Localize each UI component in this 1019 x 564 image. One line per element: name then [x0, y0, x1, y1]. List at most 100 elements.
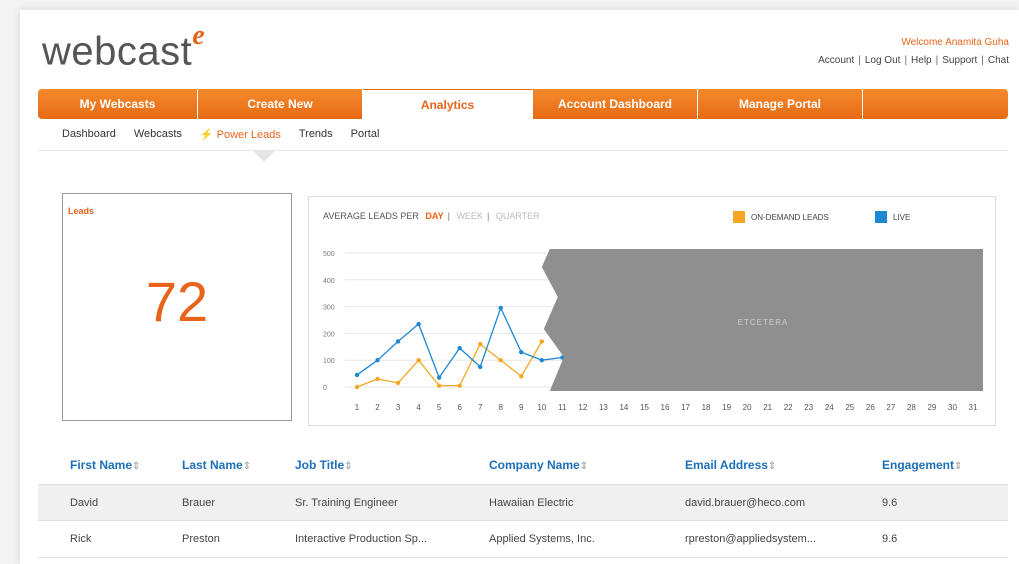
x-tick-label: 8 [499, 403, 504, 412]
live-point [478, 364, 483, 370]
on-demand-point [539, 339, 544, 344]
main-nav: My Webcasts Create New Analytics Account… [38, 89, 1008, 119]
x-tick-label: 24 [825, 403, 834, 412]
live-point [457, 345, 462, 351]
leads-chart: 50040030020010001 2 3 4 5 6 7 8 9 10 11 12 13 14 15 16 1… [323, 249, 983, 412]
x-tick-label: 17 [681, 403, 690, 412]
sort-icon: ⇕ [344, 461, 353, 472]
live-series-line [356, 306, 563, 379]
leads-chart-panel: 500 400 300 200 100 0 1 2 3 4 5 6 7 8 9 10 11 12 13 14 15 16 1… [308, 196, 996, 426]
cell-company-name: Hawaiian Electric [489, 497, 574, 509]
cell-company-name: Applied Systems, Inc. [489, 533, 595, 545]
live-point [539, 358, 544, 363]
x-tick-label: 10 [537, 403, 546, 412]
tab-my-webcasts[interactable]: My Webcasts [38, 89, 198, 119]
cell-email: rpreston@appliedsystem... [685, 533, 817, 545]
x-tick-label: 11 [558, 403, 567, 412]
tab-analytics[interactable]: Analytics [363, 89, 533, 119]
live-point [375, 358, 380, 363]
legend-swatch-on-demand [733, 211, 745, 223]
sort-icon: ⇕ [242, 461, 252, 472]
cell-engagement: 9.6 [882, 533, 898, 545]
on-demand-point [416, 358, 421, 363]
placeholder-label: ETCETERA [738, 318, 789, 327]
cell-first-name: Rick [70, 533, 92, 545]
y-tick-label: 100 [323, 358, 335, 365]
tab-manage-portal[interactable]: Manage Portal [698, 89, 863, 119]
subnav-webcasts[interactable]: Webcasts [134, 128, 182, 141]
support-link[interactable]: Support [942, 55, 977, 66]
x-tick-label: 9 [519, 403, 524, 412]
x-tick-label: 27 [886, 403, 895, 412]
tab-create-new[interactable]: Create New [198, 89, 363, 119]
sort-icon: ⇕ [132, 461, 141, 472]
logout-link[interactable]: Log Out [865, 55, 901, 66]
lightning-bolt-icon: ⚡ [199, 129, 214, 141]
leads-count: 72 [145, 270, 209, 333]
on-demand-point [478, 341, 483, 347]
subnav-trends[interactable]: Trends [299, 128, 333, 141]
x-tick-label: 1 [355, 403, 360, 412]
subnav-power-leads-label: Power Leads [216, 129, 281, 141]
x-tick-label: 23 [804, 403, 813, 412]
col-email-address[interactable]: Email Address⇕ [685, 458, 776, 472]
leads-table: First Name⇕ Last Name⇕ Job Title⇕ Compan… [38, 440, 1008, 564]
account-link[interactable]: Account [818, 55, 854, 66]
x-tick-label: 21 [763, 403, 772, 412]
content-divider [38, 150, 1008, 151]
x-tick-label: 25 [845, 403, 854, 412]
y-tick-label: 300 [323, 305, 335, 312]
chat-link[interactable]: Chat [988, 55, 1009, 66]
on-demand-series-line [356, 341, 543, 388]
period-day[interactable]: DAY [425, 211, 443, 221]
x-tick-label: 26 [866, 403, 875, 412]
period-week[interactable]: WEEK [456, 211, 483, 221]
legend-swatch-live [875, 211, 887, 223]
x-tick-label: 14 [619, 403, 628, 412]
live-point [436, 375, 442, 380]
col-engagement[interactable]: Engagement⇕ [882, 458, 962, 472]
on-demand-point [395, 380, 401, 386]
help-link[interactable]: Help [911, 55, 932, 66]
y-tick-label: 500 [323, 251, 335, 258]
col-first-name[interactable]: First Name⇕ [70, 458, 140, 472]
x-tick-label: 19 [722, 403, 731, 412]
on-demand-point [354, 384, 360, 390]
leads-panel: Leads 72 [62, 193, 292, 421]
table-row[interactable]: David Brauer Sr. Training Engineer Hawai… [38, 484, 1008, 521]
y-tick-label: 400 [323, 278, 335, 285]
x-tick-label: 29 [927, 403, 936, 412]
col-last-name[interactable]: Last Name⇕ [182, 458, 251, 472]
welcome-message: Welcome Anamita Guha [901, 37, 1009, 48]
x-tick-label: 2 [375, 403, 380, 412]
x-tick-label: 30 [948, 403, 957, 412]
legend-on-demand: ON-DEMAND LEADS [733, 211, 829, 223]
tab-account-dashboard[interactable]: Account Dashboard [533, 89, 698, 119]
active-tab-pointer-icon [252, 150, 276, 162]
col-job-title[interactable]: Job Title⇕ [295, 458, 353, 472]
on-demand-point [436, 383, 442, 388]
cell-job-title: Sr. Training Engineer [295, 497, 398, 509]
table-row[interactable]: Rick Preston Interactive Production Sp..… [38, 521, 1008, 558]
x-tick-label: 18 [702, 403, 711, 412]
x-tick-label: 5 [437, 403, 442, 412]
period-quarter[interactable]: QUARTER [496, 211, 540, 221]
cell-first-name: David [70, 497, 99, 509]
sort-icon: ⇕ [579, 461, 589, 472]
table-header: First Name⇕ Last Name⇕ Job Title⇕ Compan… [38, 440, 1008, 484]
on-demand-point [375, 376, 380, 382]
subnav-dashboard[interactable]: Dashboard [62, 128, 116, 141]
x-tick-label: 28 [907, 403, 916, 412]
on-demand-point [457, 383, 462, 388]
top-links: Account | Log Out | Help | Support | Chat [818, 55, 1009, 66]
x-tick-label: 31 [969, 403, 978, 412]
logo[interactable]: webcaste [42, 20, 205, 74]
col-company-name[interactable]: Company Name⇕ [489, 458, 588, 472]
cell-job-title: Interactive Production Sp... [295, 533, 428, 545]
sort-icon: ⇕ [767, 461, 777, 472]
subnav-power-leads[interactable]: ⚡ Power Leads [200, 128, 281, 141]
live-point [395, 339, 401, 344]
subnav-portal[interactable]: Portal [351, 128, 380, 141]
tab-empty [863, 89, 1008, 119]
x-tick-label: 4 [416, 403, 421, 412]
